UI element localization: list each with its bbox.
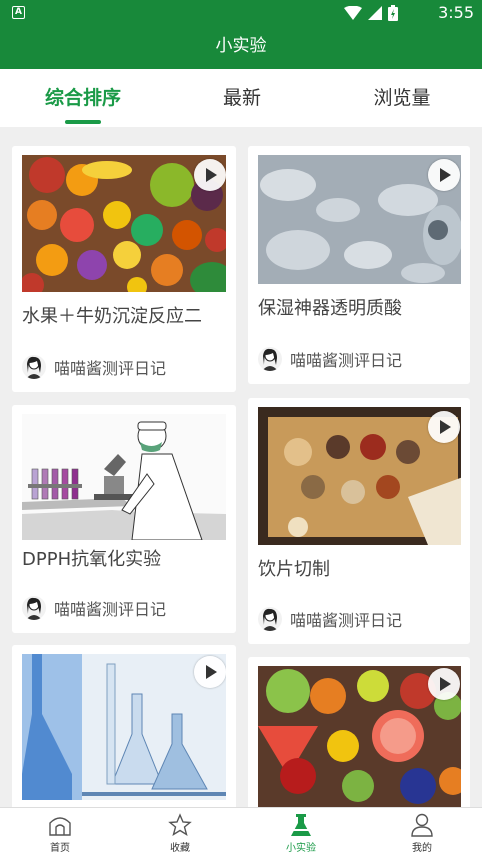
sort-tabs: 综合排序 最新 浏览量 <box>0 69 482 127</box>
experiment-card[interactable]: DPPH抗氧化实验 喵喵酱测评日记 <box>12 405 236 633</box>
card-title: 水果＋牛奶沉淀反应二 <box>22 306 202 327</box>
card-author[interactable]: 喵喵酱测评日记 <box>258 346 402 372</box>
author-name: 喵喵酱测评日记 <box>54 600 167 619</box>
nav-favorites[interactable]: 收藏 <box>120 808 240 859</box>
play-icon[interactable] <box>428 668 460 700</box>
star-icon <box>168 813 192 837</box>
card-title: DPPH抗氧化实验 <box>22 549 162 570</box>
author-name: 喵喵酱测评日记 <box>290 351 403 370</box>
author-name: 喵喵酱测评日记 <box>54 359 167 378</box>
play-icon[interactable] <box>194 656 226 688</box>
card-thumbnail-fruits <box>22 155 226 292</box>
wifi-icon <box>344 6 362 20</box>
status-bar: A 3:55 <box>0 0 482 26</box>
card-thumbnail-herbal-medicine <box>258 407 461 545</box>
flask-icon <box>291 814 311 836</box>
nav-label: 首页 <box>50 843 70 854</box>
card-thumbnail-lab-illustration <box>22 414 226 540</box>
experiment-card[interactable] <box>12 645 236 807</box>
play-icon[interactable] <box>428 159 460 191</box>
tab-comprehensive[interactable]: 综合排序 <box>3 69 163 127</box>
person-icon <box>411 813 433 837</box>
card-title: 饮片切制 <box>258 559 330 580</box>
bottom-navigation: 首页 收藏 小实验 我的 <box>0 807 482 859</box>
nav-label: 小实验 <box>286 843 316 854</box>
experiment-card[interactable] <box>248 657 470 807</box>
experiment-card[interactable]: 饮片切制 喵喵酱测评日记 <box>248 398 470 644</box>
card-title: 保湿神器透明质酸 <box>258 298 402 319</box>
tab-latest[interactable]: 最新 <box>162 69 322 127</box>
app-title-bar: 小实验 <box>0 26 482 69</box>
battery-icon <box>388 5 398 21</box>
author-name: 喵喵酱测评日记 <box>290 611 403 630</box>
page-title: 小实验 <box>215 36 267 56</box>
tab-views[interactable]: 浏览量 <box>322 69 482 127</box>
nav-home[interactable]: 首页 <box>0 808 120 859</box>
home-icon <box>49 817 71 836</box>
play-icon[interactable] <box>194 159 226 191</box>
active-tab-indicator <box>65 120 101 124</box>
experiment-card[interactable]: 水果＋牛奶沉淀反应二 喵喵酱测评日记 <box>12 146 236 392</box>
card-author[interactable]: 喵喵酱测评日记 <box>22 354 166 380</box>
nav-experiments[interactable]: 小实验 <box>241 808 361 859</box>
nav-label: 收藏 <box>170 843 190 854</box>
status-time: 3:55 <box>438 3 474 22</box>
avatar <box>22 355 46 379</box>
card-author[interactable]: 喵喵酱测评日记 <box>22 595 166 621</box>
avatar <box>258 347 282 371</box>
nav-label: 我的 <box>412 843 432 854</box>
card-thumbnail-glassware <box>22 654 226 800</box>
experiment-feed[interactable]: 水果＋牛奶沉淀反应二 喵喵酱测评日记 DPPH抗氧化实验 喵喵酱测评日记 保湿神… <box>0 127 482 807</box>
notification-icon: A <box>12 6 25 19</box>
experiment-card[interactable]: 保湿神器透明质酸 喵喵酱测评日记 <box>248 146 470 384</box>
play-icon[interactable] <box>428 411 460 443</box>
avatar <box>258 607 282 631</box>
avatar <box>22 596 46 620</box>
card-thumbnail-water-droplets <box>258 155 461 284</box>
signal-icon <box>368 6 382 20</box>
nav-profile[interactable]: 我的 <box>362 808 482 859</box>
card-thumbnail-fruits-2 <box>258 666 461 807</box>
card-author[interactable]: 喵喵酱测评日记 <box>258 606 402 632</box>
